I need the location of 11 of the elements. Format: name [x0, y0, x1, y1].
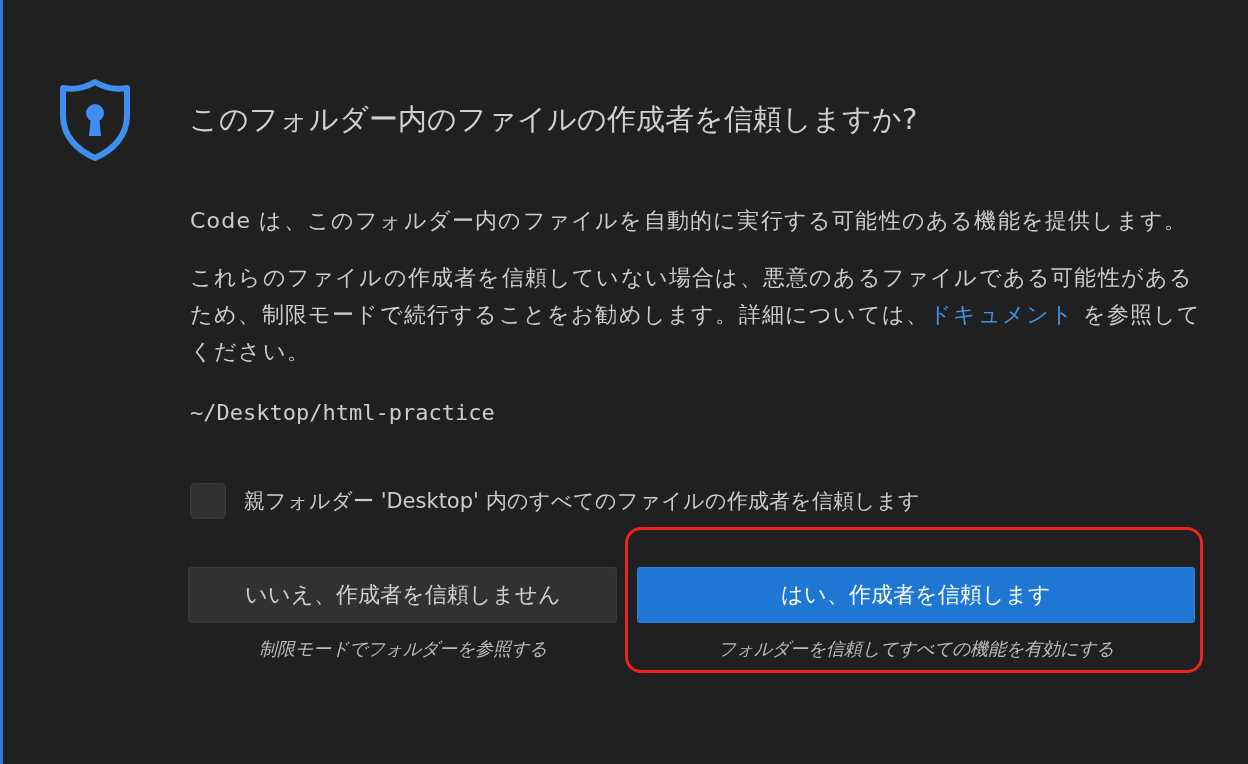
- folder-path: ~/Desktop/html-practice: [190, 400, 496, 425]
- checkbox[interactable]: [190, 483, 226, 519]
- button-caption: フォルダーを信頼してすべての機能を有効にする: [717, 637, 1115, 661]
- button-caption: 制限モードでフォルダーを参照する: [257, 637, 548, 661]
- trust-button[interactable]: いいえ、作成者を信頼しません: [188, 567, 617, 623]
- message-paragraph: Code は、このフォルダー内のファイルを自動的に実行する可能性のある機能を提供します。: [190, 207, 1189, 235]
- dialog-title: このフォルダー内のファイルの作成者を信頼しますか?: [189, 101, 918, 138]
- trust-button[interactable]: はい、作成者を信頼します: [637, 567, 1195, 623]
- checkbox-label: 親フォルダー 'Desktop' 内のすべてのファイルの作成者を信頼します: [244, 488, 920, 515]
- documentation-link[interactable]: ドキュメント: [929, 302, 1075, 327]
- message-paragraph: これらのファイルの作成者を信頼していない場合は、悪意のあるファイルである可能性があるため、制限モードで続行することをお勧めします。詳細については、ドキュメント を参照してください。: [190, 264, 1203, 366]
